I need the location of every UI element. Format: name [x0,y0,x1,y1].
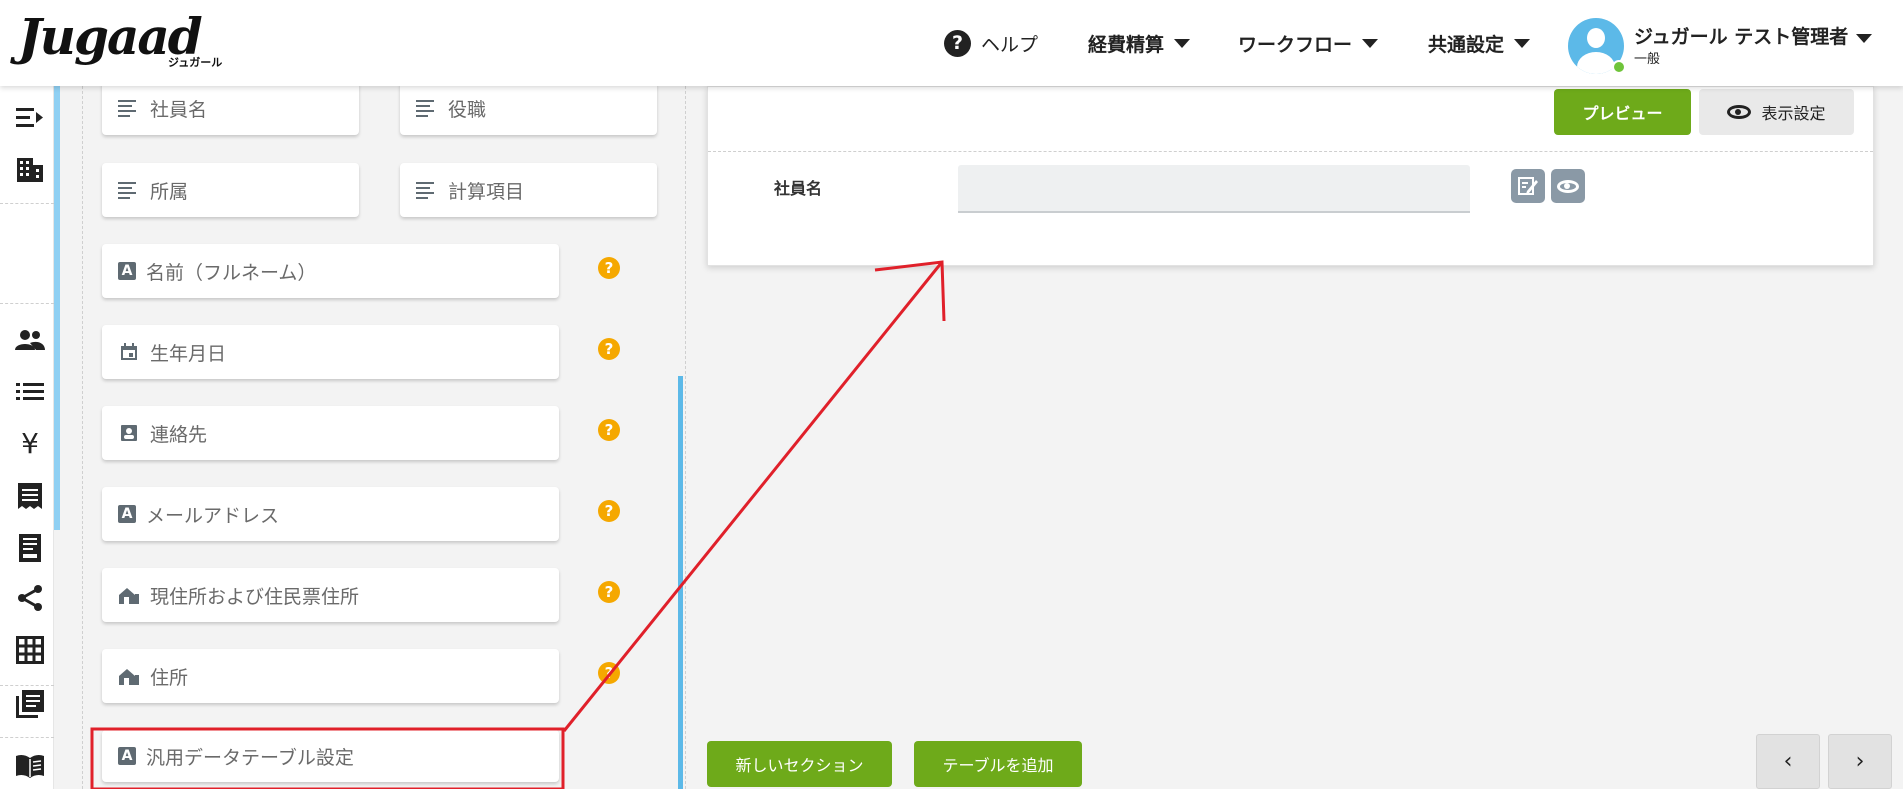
calendar-icon [118,341,140,363]
palette-field-full-name[interactable]: A 名前（フルネーム） [102,244,559,298]
palette-field-contact[interactable]: 連絡先 [102,406,559,460]
help-circle-icon: ? [944,29,971,57]
icon-sidebar: ¥ [0,86,54,789]
online-status-icon [1612,60,1626,74]
add-table-button[interactable]: テーブルを追加 [914,741,1082,787]
workflow-menu-label: ワークフロー [1238,33,1353,56]
employee-name-input[interactable] [958,165,1470,213]
help-icon[interactable]: ? [598,662,620,684]
display-settings-label: 表示設定 [1761,104,1826,123]
common-settings-menu[interactable]: 共通設定 [1428,0,1531,86]
field-label: 計算項目 [448,180,525,203]
field-label: 名前（フルネーム） [146,261,317,284]
caret-down-icon [1174,38,1191,48]
user-menu[interactable]: ジュガール テスト管理者 一般 [1568,18,1898,74]
preview-button[interactable]: プレビュー [1554,89,1691,135]
field-label: 連絡先 [150,423,208,446]
display-settings-button[interactable]: 表示設定 [1699,89,1854,135]
common-settings-label: 共通設定 [1428,33,1505,56]
eye-icon [1727,105,1752,119]
caret-down-icon [1856,34,1873,43]
field-label: 汎用データテーブル設定 [146,746,354,769]
user-role: 一般 [1634,52,1661,67]
user-name-text: ジュガール テスト管理者 [1634,26,1849,48]
palette-field-email[interactable]: A メールアドレス [102,487,559,541]
invoice-icon[interactable] [14,532,46,564]
caret-down-icon [1514,38,1531,48]
share-icon[interactable] [14,582,46,614]
palette-field-department[interactable]: 所属 [102,163,359,217]
list-icon[interactable] [14,376,46,408]
palette-scrollbar[interactable] [678,376,683,789]
grid-icon[interactable] [14,634,46,666]
help-icon[interactable]: ? [598,500,620,522]
palette-field-address[interactable]: 住所 [102,649,559,703]
field-label: 現住所および住民票住所 [150,585,360,608]
palette-field-calculated[interactable]: 計算項目 [400,163,657,217]
field-label: メールアドレス [146,504,280,527]
field-label: 役職 [448,98,487,121]
sidebar-scroll-indicator[interactable] [54,86,60,530]
help-label: ヘルプ [981,33,1039,56]
book-icon[interactable] [14,750,46,782]
edit-icon [1518,177,1538,195]
new-section-button[interactable]: 新しいセクション [707,741,892,787]
yen-icon[interactable]: ¥ [14,428,46,460]
next-page-button[interactable]: › [1828,734,1892,789]
expense-menu[interactable]: 経費精算 [1088,0,1191,86]
toggle-visibility-button[interactable] [1551,169,1585,203]
people-icon[interactable] [14,324,46,356]
palette-field-generic-data-table[interactable]: A 汎用データテーブル設定 [102,730,559,782]
menu-collapse-icon[interactable] [14,102,46,134]
text-lines-icon [416,179,438,201]
palette-field-current-and-registered-address[interactable]: 現住所および住民票住所 [102,568,559,622]
home-icon [118,584,140,606]
form-section-card: プレビュー 表示設定 社員名 [707,86,1874,266]
workflow-menu[interactable]: ワークフロー [1238,0,1379,86]
building-icon[interactable] [14,154,46,186]
logo-subtext: ジュガール [168,56,223,69]
field-label: 所属 [150,180,189,203]
text-lines-icon [118,179,140,201]
receipt-icon[interactable] [14,480,46,512]
caret-down-icon [1362,38,1379,48]
text-lines-icon [416,97,438,119]
text-lines-icon [118,97,140,119]
top-header: Jugaad ジュガール ? ヘルプ 経費精算 ワークフロー 共通設定 ジュガー… [0,0,1903,86]
field-label: 生年月日 [150,342,227,365]
palette-field-employee-name[interactable]: 社員名 [102,81,359,135]
text-a-icon: A [118,505,136,523]
expense-menu-label: 経費精算 [1088,33,1165,56]
home-icon [118,665,140,687]
palette-field-position[interactable]: 役職 [400,81,657,135]
help-icon[interactable]: ? [598,419,620,441]
help-link[interactable]: ? ヘルプ [944,0,1038,86]
annotation-arrow-head [874,260,946,322]
edit-field-button[interactable] [1511,169,1545,203]
contact-icon [118,422,140,444]
help-icon[interactable]: ? [598,338,620,360]
employee-name-label: 社員名 [774,179,823,198]
text-a-icon: A [118,747,136,765]
field-label: 住所 [150,666,189,689]
jugaad-logo[interactable]: Jugaad ジュガール [18,8,228,74]
help-icon[interactable]: ? [598,581,620,603]
prev-page-button[interactable]: ‹ [1756,734,1820,789]
user-name: ジュガール テスト管理者 [1634,22,1873,49]
library-icon[interactable] [14,688,46,720]
text-a-icon: A [118,262,136,280]
eye-icon [1557,179,1579,193]
help-icon[interactable]: ? [598,257,620,279]
field-label: 社員名 [150,98,208,121]
palette-field-birthdate[interactable]: 生年月日 [102,325,559,379]
